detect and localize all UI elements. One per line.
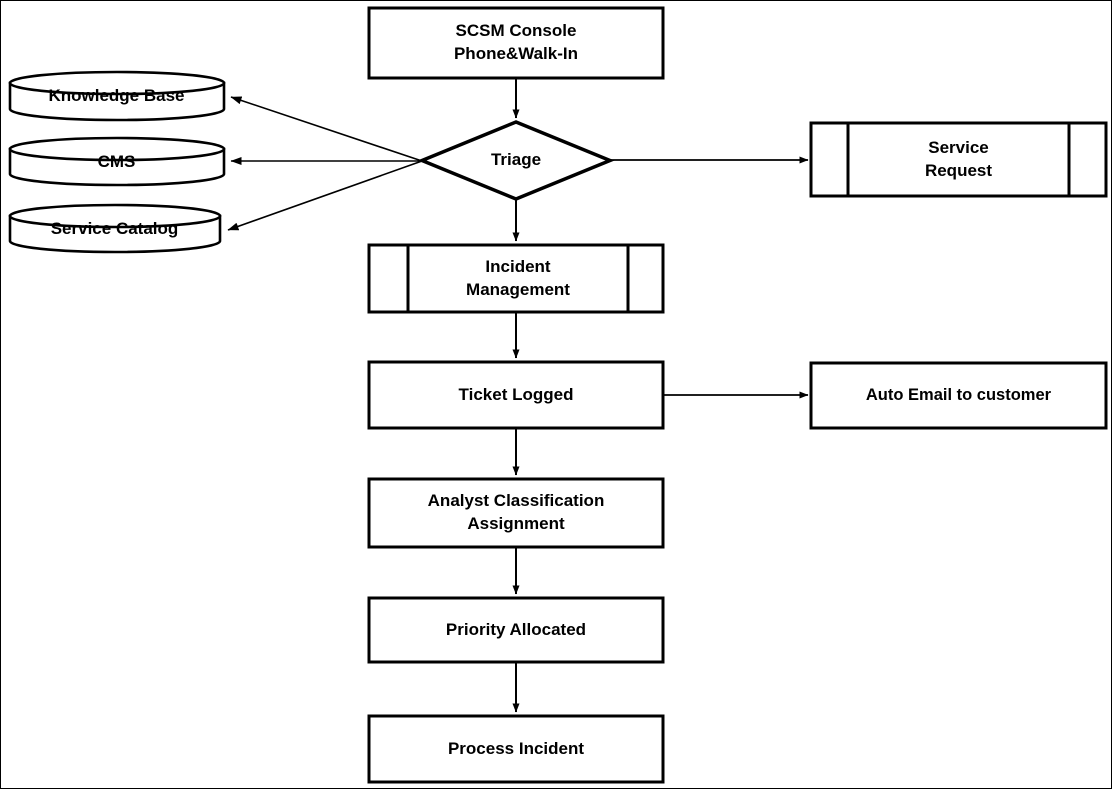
node-triage-shape[interactable] xyxy=(417,120,615,201)
node-priority-allocated-shape[interactable] xyxy=(367,596,665,664)
node-auto-email-shape[interactable] xyxy=(809,361,1108,430)
node-knowledge-base-shape[interactable] xyxy=(8,70,226,122)
flowchart-canvas: SCSM Console Phone&Walk-In Triage Knowle… xyxy=(0,0,1114,791)
node-service-request-shape[interactable] xyxy=(809,121,1108,198)
connector-triage-to-service-catalog xyxy=(227,160,423,231)
node-scsm-console-shape[interactable] xyxy=(367,6,665,80)
node-cms-shape[interactable] xyxy=(8,136,226,187)
diagram-shapes-layer xyxy=(8,6,1108,784)
node-service-catalog-shape[interactable] xyxy=(8,203,222,254)
node-process-incident-shape[interactable] xyxy=(367,714,665,784)
node-incident-management-shape[interactable] xyxy=(367,243,665,314)
connector-triage-to-knowledge-base xyxy=(230,96,423,162)
node-analyst-classification-shape[interactable] xyxy=(367,477,665,549)
node-ticket-logged-shape[interactable] xyxy=(367,360,665,430)
